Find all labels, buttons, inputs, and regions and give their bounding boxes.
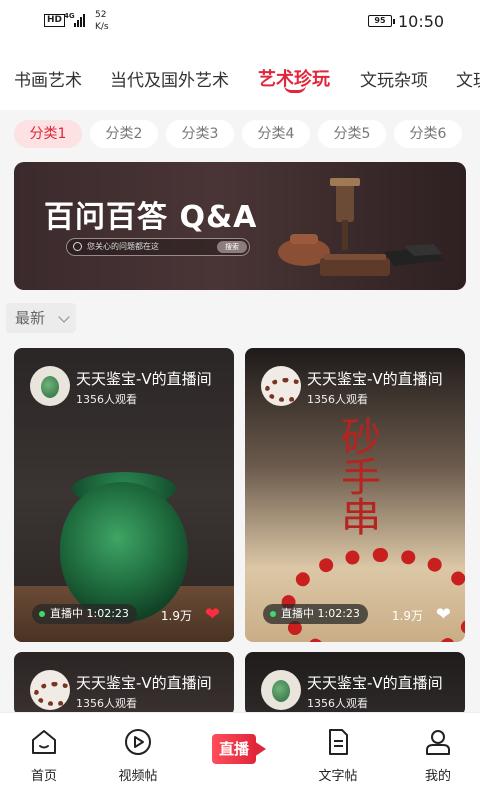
live-card[interactable]: 天天鉴宝-V的直播间 1356人观看 xyxy=(245,652,465,716)
bead-bracelet xyxy=(281,548,465,642)
subcategory-chips: 分类1 分类2 分类3 分类4 分类5 分类6 xyxy=(0,118,480,152)
avatar[interactable] xyxy=(30,670,70,710)
hd-indicator: HD xyxy=(44,14,66,27)
live-duration: 1:02:23 xyxy=(317,607,360,620)
tab-contemporary[interactable]: 当代及国外艺术 xyxy=(110,66,229,91)
person-icon xyxy=(426,730,450,755)
tab-collectibles[interactable]: 文玩杂项 xyxy=(360,66,428,91)
like-count: 1.9万 xyxy=(391,609,423,623)
tab-more[interactable]: 文玩 xyxy=(456,66,480,91)
avatar[interactable] xyxy=(261,366,301,406)
nav-profile-label: 我的 xyxy=(424,769,451,784)
viewer-count: 1356人观看 xyxy=(307,697,368,710)
battery-icon: 95 xyxy=(368,15,395,27)
banner-search-button[interactable]: 搜索 xyxy=(217,241,247,253)
avatar[interactable] xyxy=(30,366,70,406)
live-card[interactable]: 天天鉴宝-V的直播间 1356人观看 直播中 1:02:23 1.9万 ❤ xyxy=(14,348,234,642)
card-title: 天天鉴宝-V的直播间 xyxy=(307,370,443,388)
banner-title: 百问百答 Q&A xyxy=(44,200,258,235)
nav-profile[interactable]: 我的 xyxy=(398,727,478,784)
live-status-badge: 直播中 1:02:23 xyxy=(263,604,368,624)
live-status-text: 直播中 xyxy=(281,607,314,620)
card-title: 天天鉴宝-V的直播间 xyxy=(76,674,212,692)
card-artwork-text: 砂手串 xyxy=(334,416,380,536)
nav-home[interactable]: 首页 xyxy=(4,727,84,784)
nav-text-posts[interactable]: 文字帖 xyxy=(298,727,378,784)
live-duration: 1:02:23 xyxy=(86,607,129,620)
home-icon xyxy=(32,730,56,754)
live-status-text: 直播中 xyxy=(50,607,83,620)
category-tabs: 书画艺术 当代及国外艺术 艺术珍玩 文玩杂项 文玩 xyxy=(0,44,480,110)
live-card[interactable]: 天天鉴宝-V的直播间 1356人观看 xyxy=(14,652,234,716)
status-bar: HD 4G 52 K/s 95 10:50 xyxy=(0,0,480,44)
heart-icon[interactable]: ❤ xyxy=(436,606,451,624)
viewer-count: 1356人观看 xyxy=(76,393,137,406)
play-circle-icon xyxy=(125,729,151,755)
chip-category-6[interactable]: 分类6 xyxy=(394,120,462,148)
chip-category-5[interactable]: 分类5 xyxy=(318,120,386,148)
nav-video-label: 视频帖 xyxy=(118,769,158,784)
live-status-badge: 直播中 1:02:23 xyxy=(32,604,137,624)
chevron-down-icon xyxy=(58,311,70,323)
live-card[interactable]: 砂手串 天天鉴宝-V的直播间 1356人观看 直播中 1:02:23 1.9万 … xyxy=(245,348,465,642)
nav-video-posts[interactable]: 视频帖 xyxy=(98,727,178,784)
network-speed: 52 K/s xyxy=(95,9,109,33)
sort-label: 最新 xyxy=(15,309,46,327)
signal-icon xyxy=(74,13,85,27)
document-icon xyxy=(329,729,348,755)
viewer-count: 1356人观看 xyxy=(307,393,368,406)
live-camera-tail xyxy=(254,741,266,757)
antique-illustration xyxy=(278,178,444,276)
card-title: 天天鉴宝-V的直播间 xyxy=(307,674,443,692)
like-count: 1.9万 xyxy=(160,609,192,623)
network-speed-unit: K/s xyxy=(95,22,109,32)
nav-text-label: 文字帖 xyxy=(318,769,358,784)
avatar[interactable] xyxy=(261,670,301,710)
viewer-count: 1356人观看 xyxy=(76,697,137,710)
banner-search-placeholder: 您关心的问题都在这 xyxy=(87,242,159,251)
heart-icon[interactable]: ❤ xyxy=(205,606,220,624)
chip-category-2[interactable]: 分类2 xyxy=(90,120,158,148)
network-speed-value: 52 xyxy=(95,10,107,20)
nav-live[interactable]: 直播 xyxy=(212,734,268,766)
tab-calligraphy[interactable]: 书画艺术 xyxy=(14,66,82,91)
banner-search-bar[interactable]: 您关心的问题都在这 搜索 xyxy=(66,238,250,256)
clock: 10:50 xyxy=(398,12,445,31)
live-icon: 直播 xyxy=(212,734,256,764)
sort-dropdown[interactable]: 最新 xyxy=(6,303,76,333)
chip-category-4[interactable]: 分类4 xyxy=(242,120,310,148)
jade-carving xyxy=(60,482,188,622)
chip-category-3[interactable]: 分类3 xyxy=(166,120,234,148)
qa-banner[interactable]: 百问百答 Q&A 您关心的问题都在这 搜索 xyxy=(14,162,466,290)
chip-category-1[interactable]: 分类1 xyxy=(14,120,82,148)
search-icon xyxy=(73,242,82,251)
card-title: 天天鉴宝-V的直播间 xyxy=(76,370,212,388)
nav-home-label: 首页 xyxy=(30,769,57,784)
